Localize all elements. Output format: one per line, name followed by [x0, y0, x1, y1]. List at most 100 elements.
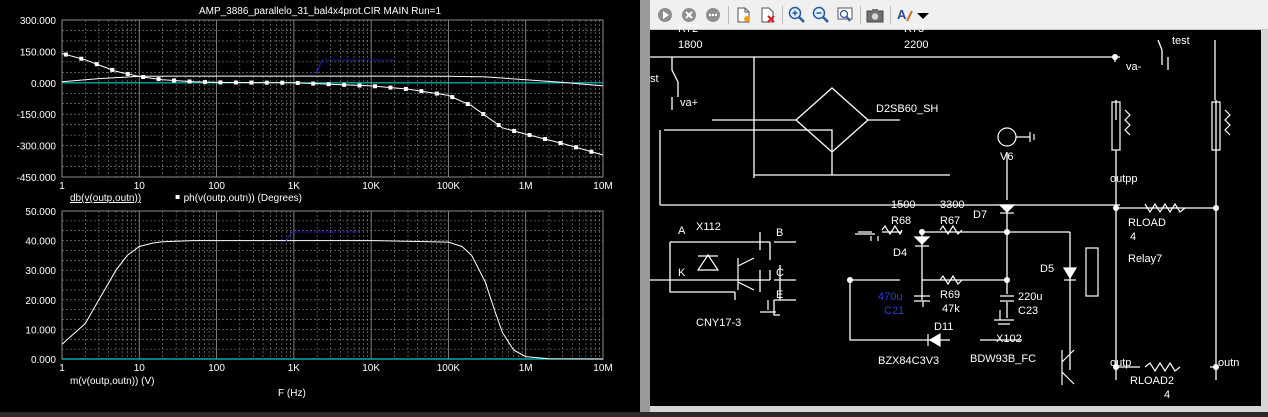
horizontal-scrollbar[interactable]: [650, 406, 1268, 412]
plot-frame: [61, 210, 604, 360]
series-marker: [434, 91, 439, 96]
cursor-leader: [285, 231, 293, 242]
x-tick-label: 100: [208, 181, 225, 192]
label-r73-value: 2200: [904, 39, 928, 51]
label-d11: D11: [934, 321, 953, 333]
schematic-labels: R72 1800 R73 2200 test st va- va+ D2SB60…: [650, 23, 1239, 401]
series-marker: [357, 83, 362, 88]
series-marker: [295, 80, 300, 85]
legend-label: m(v(outp,outn)) (V): [70, 376, 154, 387]
analysis-plot[interactable]: AMP_3886_parallelo_31_bal4x4prot.CIR MAI…: [0, 0, 640, 412]
series-marker: [264, 80, 269, 85]
y-tick-label: 150.000: [20, 47, 57, 58]
x-tick-label: 100: [208, 363, 225, 374]
y-tick-label: -450.000: [17, 173, 57, 184]
label-r67-name: R67: [940, 215, 960, 227]
label-c23-name: C23: [1018, 305, 1038, 317]
label-v6: V6: [1000, 151, 1013, 163]
x-tick-label: 10: [134, 181, 146, 192]
y-tick-label: 300.000: [20, 16, 57, 27]
label-relay: Relay7: [1128, 253, 1162, 265]
plot-window: AMP_3886_parallelo_31_bal4x4prot.CIR MAI…: [0, 0, 640, 412]
label-pin-e: E: [776, 289, 783, 301]
series-marker: [280, 80, 285, 85]
label-r67-value: 3300: [940, 199, 964, 211]
y-tick-label: -300.000: [17, 142, 57, 153]
schematic-canvas[interactable]: R72 1800 R73 2200 test st va- va+ D2SB60…: [650, 0, 1268, 412]
y-tick-label: 0.000: [31, 355, 56, 366]
label-va-plus: va+: [680, 97, 698, 109]
series-marker: [481, 112, 486, 117]
label-switch-test: test: [1172, 35, 1190, 47]
label-d4: D4: [893, 247, 907, 259]
label-c21-name: C21: [884, 305, 904, 317]
x-tick-label: 1M: [519, 181, 533, 192]
series-marker: [218, 80, 223, 85]
label-r68-value: 1500: [891, 199, 915, 211]
schematic-wires: [650, 39, 1217, 380]
x-tick-label: 1K: [288, 181, 301, 192]
vertical-scrollbar[interactable]: [1261, 30, 1268, 412]
y-tick-label: -150.000: [17, 110, 57, 121]
label-x112: X112: [696, 221, 721, 233]
series-marker: [589, 149, 594, 154]
schematic-window[interactable]: A R72 1800 R73 2200 test st va- va+ D2SB…: [650, 0, 1268, 412]
series-marker: [249, 80, 254, 85]
plot-title: AMP_3886_parallelo_31_bal4x4prot.CIR MAI…: [199, 6, 442, 17]
series-marker: [326, 82, 331, 87]
label-d5: D5: [1040, 263, 1054, 275]
series-marker: [403, 86, 408, 91]
x-tick-label: 10M: [593, 181, 612, 192]
series-marker: [573, 145, 578, 150]
label-r68-name: R68: [891, 215, 911, 227]
series-marker: [496, 123, 501, 128]
pane-divider[interactable]: [640, 0, 650, 412]
series-marker: [342, 82, 347, 87]
series-marker: [187, 79, 192, 84]
series-marker: [141, 75, 146, 80]
label-outp: outp: [1110, 357, 1131, 369]
label-r73-name: R73: [904, 23, 924, 35]
series-marker: [450, 95, 455, 100]
plot-frame: [61, 19, 604, 178]
series-marker: [527, 133, 532, 138]
series-marker: [373, 84, 378, 89]
series-marker: [388, 85, 393, 90]
x-tick-label: 10M: [593, 363, 612, 374]
chart-1: 1 10 100 1K 10K 100K 1M 10M 300.000 150.000 0.000 -…: [17, 16, 613, 204]
series-marker: [172, 78, 177, 83]
label-outpp: outpp: [1110, 173, 1138, 185]
x-tick-label: 100K: [437, 363, 461, 374]
series-marker: [156, 77, 161, 82]
schematic-symbols: [696, 101, 1231, 385]
y-tick-label: 30.000: [25, 266, 56, 277]
label-d7: D7: [973, 209, 987, 221]
label-switch-st: st: [650, 73, 659, 85]
series-marker: [419, 89, 424, 94]
series-line: [61, 53, 604, 156]
label-pin-b: B: [776, 227, 783, 239]
series-marker: [543, 137, 548, 142]
x-tick-label: 100K: [437, 181, 461, 192]
charts-layer: 1 10 100 1K 10K 100K 1M 10M300.000150.0000.000-…: [17, 16, 613, 387]
x-tick-label: 10K: [362, 363, 380, 374]
y-tick-label: 40.000: [25, 237, 56, 248]
series-marker: [311, 81, 316, 86]
label-bridge: D2SB60_SH: [876, 103, 938, 115]
label-pin-k: K: [678, 267, 686, 279]
label-bdw: BDW93B_FC: [970, 353, 1036, 365]
label-va-minus: va-: [1126, 61, 1142, 73]
y-tick-label: 20.000: [25, 296, 56, 307]
series-marker: [202, 80, 207, 85]
label-r69-value: 47k: [942, 303, 960, 315]
label-outn: outn: [1218, 357, 1239, 369]
y-tick-label: 0.000: [31, 79, 56, 90]
label-rload-name: RLOAD: [1128, 217, 1166, 229]
series-marker: [233, 80, 238, 85]
label-r72-name: R72: [678, 23, 698, 35]
x-tick-label: 1M: [519, 363, 533, 374]
label-rload-value: 4: [1130, 231, 1136, 243]
label-c23-value: 220u: [1018, 291, 1042, 303]
schematic-junctions: [847, 54, 1219, 370]
y-tick-label: 10.000: [25, 325, 56, 336]
